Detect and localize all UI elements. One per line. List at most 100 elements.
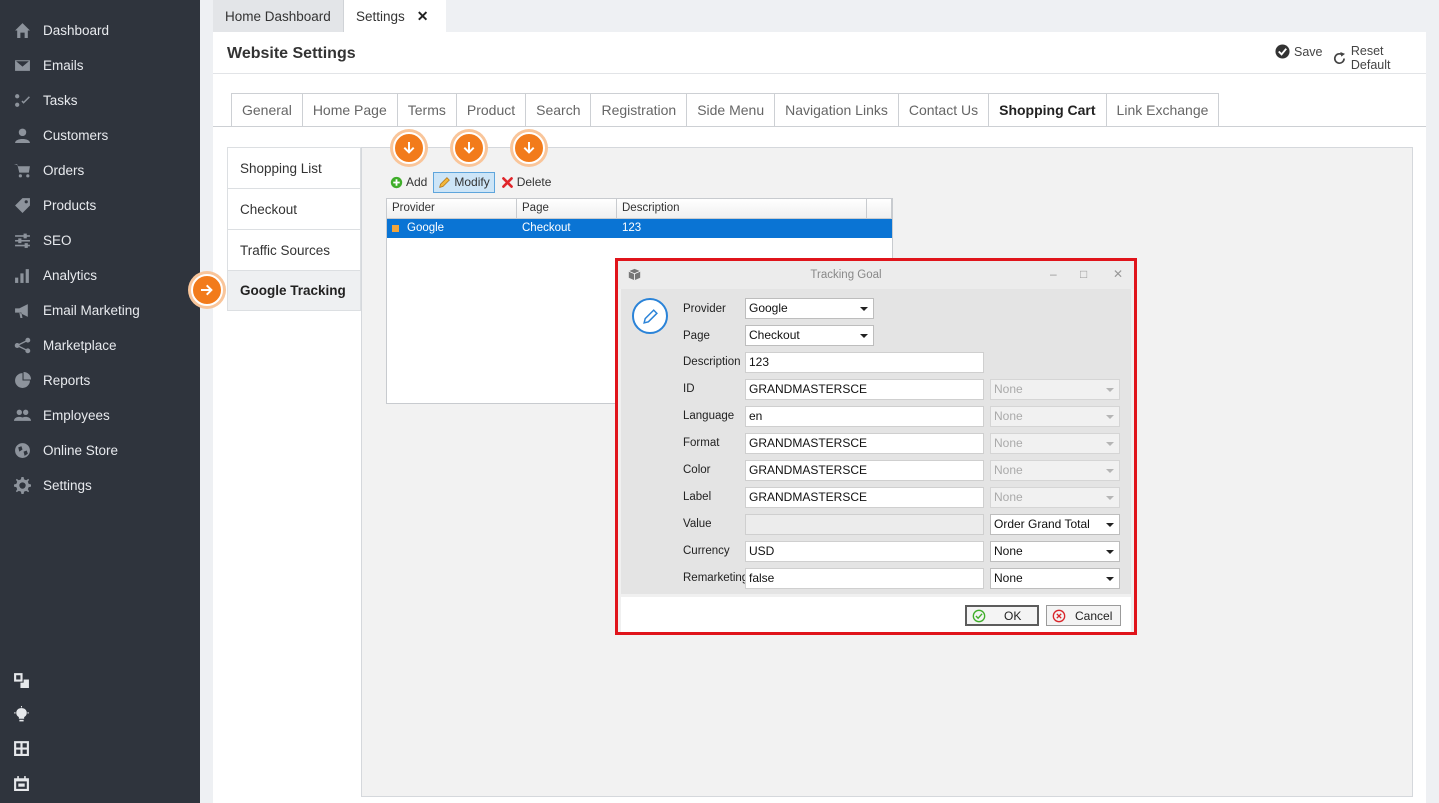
cell-provider-text: Google (407, 222, 445, 234)
sidebar-item-seo[interactable]: SEO (0, 223, 200, 258)
remarketing-option-select[interactable]: None (990, 568, 1120, 589)
grid-header: Provider Page Description (387, 199, 892, 219)
close-icon[interactable]: ✕ (1113, 267, 1123, 281)
add-label: Add (406, 175, 428, 189)
sidebar-item-label: Email Marketing (43, 303, 140, 318)
label-field[interactable]: GRANDMASTERSCE (745, 487, 984, 508)
calendar-icon[interactable] (11, 773, 31, 793)
dialog-title: Tracking Goal (810, 269, 882, 281)
sidebar-item-email-marketing[interactable]: Email Marketing (0, 293, 200, 328)
delete-button[interactable]: Delete (497, 172, 556, 193)
sidebar-item-employees[interactable]: Employees (0, 398, 200, 433)
tab-home-page[interactable]: Home Page (301, 93, 397, 127)
color-option-select[interactable]: None (990, 460, 1120, 481)
page-select[interactable]: Checkout (745, 325, 874, 346)
cell-provider: Google (387, 219, 517, 238)
color-label: Color (683, 464, 711, 476)
tab-link-exchange[interactable]: Link Exchange (1105, 93, 1220, 127)
sidebar-item-label: Emails (43, 58, 84, 73)
submenu-shopping-list[interactable]: Shopping List (227, 147, 361, 188)
label-option-select[interactable]: None (990, 487, 1120, 508)
minimize-icon[interactable]: – (1050, 267, 1057, 281)
envelope-icon (11, 57, 33, 75)
user-icon (11, 127, 33, 145)
tab-product[interactable]: Product (455, 93, 526, 127)
tab-navigation-links[interactable]: Navigation Links (774, 93, 898, 127)
maximize-icon[interactable]: □ (1080, 267, 1087, 281)
arrow-down-callout-icon (393, 132, 425, 164)
row-indicator-icon (392, 225, 399, 232)
divider (213, 126, 1426, 127)
tab-contact-us[interactable]: Contact Us (897, 93, 989, 127)
tab-general[interactable]: General (231, 93, 302, 127)
provider-select[interactable]: Google (745, 298, 874, 319)
value-option-select[interactable]: Order Grand Total (990, 514, 1120, 535)
id-field[interactable]: GRANDMASTERSCE (745, 379, 984, 400)
tab-settings[interactable]: Settings ✕ (344, 0, 446, 32)
sidebar-item-orders[interactable]: Orders (0, 153, 200, 188)
calculator-icon[interactable] (11, 738, 31, 758)
bar-chart-icon (11, 267, 33, 285)
lightbulb-icon[interactable] (11, 704, 31, 724)
language-label: Language (683, 410, 735, 422)
reset-label: Reset Default (1350, 44, 1391, 72)
description-field[interactable]: 123 (745, 352, 984, 373)
sidebar-item-label: SEO (43, 233, 72, 248)
reset-default-button[interactable]: Reset Default (1332, 44, 1426, 72)
currency-label: Currency (683, 545, 730, 557)
tab-terms[interactable]: Terms (396, 93, 456, 127)
sidebar-item-analytics[interactable]: Analytics (0, 258, 200, 293)
page-label: Page (683, 330, 710, 342)
remarketing-field[interactable]: false (745, 568, 984, 589)
value-field[interactable] (745, 514, 984, 535)
format-option-select[interactable]: None (990, 433, 1120, 454)
ok-button[interactable]: OK (965, 605, 1039, 626)
add-button[interactable]: Add (386, 172, 431, 193)
divider (213, 73, 1426, 74)
sidebar-item-label: Dashboard (43, 23, 110, 38)
sidebar-item-dashboard[interactable]: Dashboard (0, 13, 200, 48)
tab-side-menu[interactable]: Side Menu (686, 93, 775, 127)
tab-shopping-cart[interactable]: Shopping Cart (988, 93, 1106, 127)
id-option-select[interactable]: None (990, 379, 1120, 400)
cancel-button[interactable]: Cancel (1046, 605, 1121, 626)
submenu-checkout[interactable]: Checkout (227, 188, 361, 229)
sidebar-item-tasks[interactable]: Tasks (0, 83, 200, 118)
column-header-provider[interactable]: Provider (387, 199, 517, 218)
grid-toolbar: Add Modify Delete (386, 170, 893, 194)
currency-option-select[interactable]: None (990, 541, 1120, 562)
color-field[interactable]: GRANDMASTERSCE (745, 460, 984, 481)
submenu-traffic-sources[interactable]: Traffic Sources (227, 229, 361, 270)
sliders-icon (11, 232, 33, 250)
sidebar-item-products[interactable]: Products (0, 188, 200, 223)
sidebar-item-emails[interactable]: Emails (0, 48, 200, 83)
tab-search[interactable]: Search (525, 93, 591, 127)
sidebar-item-label: Marketplace (43, 338, 117, 353)
submenu-google-tracking[interactable]: Google Tracking (227, 270, 361, 311)
check-circle-icon (972, 609, 986, 622)
sidebar-item-settings[interactable]: Settings (0, 468, 200, 503)
check-circle-icon (1275, 44, 1290, 59)
tab-home-dashboard[interactable]: Home Dashboard (213, 0, 344, 32)
save-button[interactable]: Save (1275, 44, 1323, 59)
gear-icon (11, 477, 33, 495)
column-header-filler (867, 199, 892, 218)
language-option-select[interactable]: None (990, 406, 1120, 427)
tab-registration[interactable]: Registration (590, 93, 687, 127)
sidebar-item-reports[interactable]: Reports (0, 363, 200, 398)
format-field[interactable]: GRANDMASTERSCE (745, 433, 984, 454)
sidebar-item-customers[interactable]: Customers (0, 118, 200, 153)
column-header-description[interactable]: Description (617, 199, 867, 218)
currency-field[interactable]: USD (745, 541, 984, 562)
close-icon[interactable]: ✕ (417, 8, 429, 25)
provider-label: Provider (683, 303, 726, 315)
modify-button[interactable]: Modify (433, 171, 495, 193)
column-header-page[interactable]: Page (517, 199, 617, 218)
sidebar-item-online-store[interactable]: Online Store (0, 433, 200, 468)
windows-icon[interactable] (11, 670, 31, 690)
language-field[interactable]: en (745, 406, 984, 427)
sidebar-item-label: Products (43, 198, 97, 213)
sidebar-item-label: Orders (43, 163, 85, 178)
sidebar-item-marketplace[interactable]: Marketplace (0, 328, 200, 363)
table-row[interactable]: Google Checkout 123 (387, 219, 892, 238)
